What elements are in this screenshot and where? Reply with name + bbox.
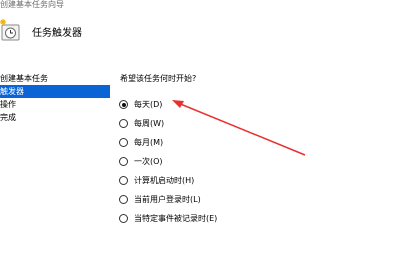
annotation-arrow	[172, 100, 306, 156]
